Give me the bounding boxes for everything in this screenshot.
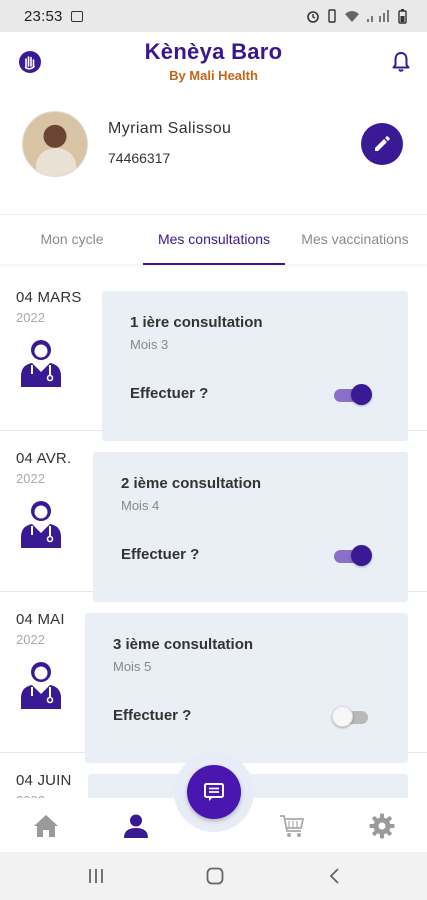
status-bar: 23:53	[0, 0, 427, 32]
consultation-list[interactable]: 04 MARS 2022 1 ière consultation Mois 3 …	[0, 270, 427, 798]
alarm-icon	[307, 11, 319, 23]
wifi-icon	[345, 10, 359, 22]
system-nav-bar	[0, 852, 427, 900]
consultation-row: 04 MAI 2022 3 ième consultation Mois 5 E…	[0, 592, 427, 763]
toggle-thumb	[351, 384, 372, 405]
consultation-card[interactable]: 1 ière consultation Mois 3 Effectuer ?	[102, 291, 408, 441]
doctor-icon	[21, 501, 61, 548]
effectuer-label: Effectuer ?	[113, 707, 192, 724]
settings-icon[interactable]	[368, 812, 396, 840]
app-screen: 23:53 Kènèya Baro By Mali Health Myriam …	[0, 0, 427, 900]
app-subtitle: By Mali Health	[169, 68, 258, 83]
consultation-card[interactable]: 3 ième consultation Mois 5 Effectuer ?	[85, 613, 408, 763]
consultation-title: 2 ième consultation	[121, 475, 262, 492]
profile-name: Myriam Salissou	[108, 120, 232, 137]
consultation-title: 3 ième consultation	[113, 636, 254, 653]
consultation-date: 04 MAI	[16, 611, 65, 628]
consultation-year: 2022	[16, 632, 45, 647]
status-icons	[306, 8, 407, 24]
consultation-month: Mois 3	[130, 337, 169, 352]
effectuer-toggle[interactable]	[334, 384, 372, 405]
consultation-year: 2022	[16, 310, 45, 325]
toggle-thumb	[332, 706, 353, 727]
consultation-date: 04 JUIN	[16, 772, 72, 789]
vibrate-icon	[328, 9, 336, 23]
tab-bar: Mon cycle Mes consultations Mes vaccinat…	[0, 214, 427, 265]
app-title: Kènèya Baro	[144, 39, 283, 64]
effectuer-label: Effectuer ?	[130, 385, 209, 402]
status-time: 23:53	[24, 7, 63, 25]
battery-icon	[398, 8, 407, 24]
tab-mes-vaccinations[interactable]: Mes vaccinations	[300, 215, 410, 265]
profile-icon[interactable]	[122, 812, 150, 840]
chat-icon	[204, 783, 224, 801]
tab-mes-consultations[interactable]: Mes consultations	[143, 215, 285, 265]
pencil-icon	[375, 136, 390, 151]
avatar[interactable]	[22, 111, 88, 177]
back-icon[interactable]	[324, 866, 346, 886]
tab-mon-cycle[interactable]: Mon cycle	[20, 215, 124, 265]
cart-icon[interactable]	[278, 812, 306, 840]
effectuer-label: Effectuer ?	[121, 546, 200, 563]
signal-icon	[367, 9, 389, 22]
doctor-icon	[21, 662, 61, 709]
consultation-date: 04 AVR.	[16, 450, 72, 467]
consultation-row: 04 MARS 2022 1 ière consultation Mois 3 …	[0, 270, 427, 441]
chat-button[interactable]	[187, 765, 241, 819]
home-icon[interactable]	[32, 812, 60, 840]
consultation-date: 04 MARS	[16, 289, 82, 306]
consultation-card[interactable]: 2 ième consultation Mois 4 Effectuer ?	[93, 452, 408, 602]
consultation-month: Mois 4	[121, 498, 160, 513]
effectuer-toggle[interactable]	[332, 706, 370, 727]
edit-profile-button[interactable]	[361, 123, 403, 165]
gallery-notification-icon	[70, 10, 83, 22]
recent-apps-icon[interactable]	[85, 866, 107, 886]
app-header: Kènèya Baro By Mali Health	[0, 32, 427, 90]
consultation-year: 2022	[16, 471, 45, 486]
profile-section: Myriam Salissou 74466317	[0, 96, 427, 208]
doctor-icon	[21, 340, 61, 387]
consultation-year: 2022	[16, 793, 45, 798]
consultation-month: Mois 5	[113, 659, 152, 674]
consultation-row: 04 AVR. 2022 2 ième consultation Mois 4 …	[0, 431, 427, 602]
home-button-icon[interactable]	[204, 866, 226, 886]
consultation-title: 1 ière consultation	[130, 314, 263, 331]
effectuer-toggle[interactable]	[334, 545, 372, 566]
toggle-thumb	[351, 545, 372, 566]
profile-phone: 74466317	[108, 150, 171, 166]
bell-icon[interactable]	[389, 50, 413, 74]
